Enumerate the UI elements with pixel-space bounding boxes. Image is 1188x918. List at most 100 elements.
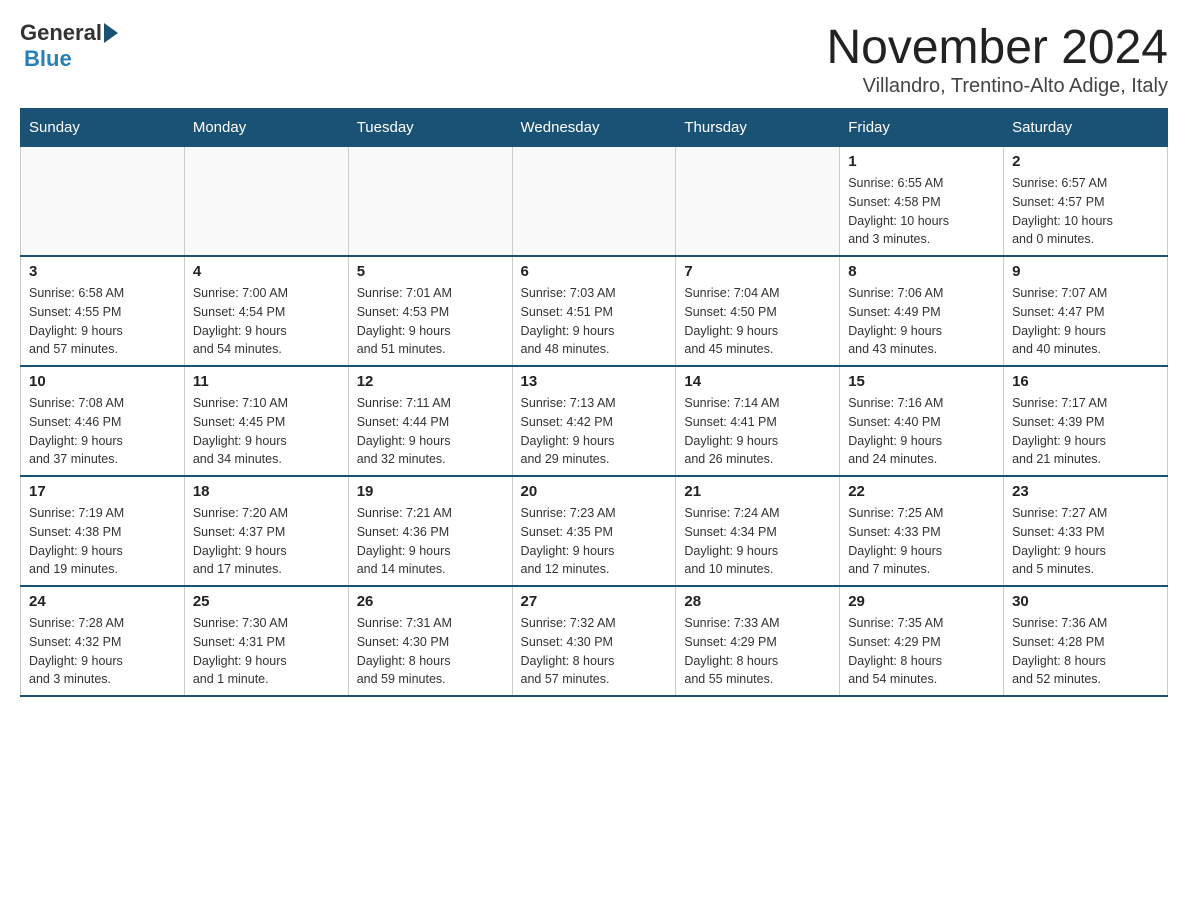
calendar-cell: 19 Sunrise: 7:21 AMSunset: 4:36 PMDayligh… <box>348 476 512 586</box>
day-info: Sunrise: 7:03 AMSunset: 4:51 PMDaylight:… <box>521 284 668 359</box>
calendar-cell: 16 Sunrise: 7:17 AMSunset: 4:39 PMDayligh… <box>1004 366 1168 476</box>
day-number: 12 <box>357 373 504 390</box>
day-info: Sunrise: 6:55 AMSunset: 4:58 PMDaylight:… <box>848 174 995 249</box>
calendar-cell: 1Sunrise: 6:55 AMSunset: 4:58 PMDaylight… <box>840 147 1004 257</box>
calendar-table: SundayMondayTuesdayWednesdayThursdayFrid… <box>20 108 1168 697</box>
day-number: 11 <box>193 373 340 390</box>
day-number: 19 <box>357 483 504 500</box>
logo-general-text: General <box>20 20 102 46</box>
calendar-cell: 26 Sunrise: 7:31 AMSunset: 4:30 PMDayligh… <box>348 586 512 696</box>
calendar-body: 1Sunrise: 6:55 AMSunset: 4:58 PMDaylight… <box>21 147 1168 697</box>
calendar-cell: 9Sunrise: 7:07 AMSunset: 4:47 PMDaylight… <box>1004 256 1168 366</box>
day-info: Sunrise: 7:23 AMSunset: 4:35 PMDaylight:… <box>521 504 668 579</box>
location-subtitle: Villandro, Trentino-Alto Adige, Italy <box>826 75 1168 98</box>
calendar-cell: 13 Sunrise: 7:13 AMSunset: 4:42 PMDayligh… <box>512 366 676 476</box>
day-number: 30 <box>1012 593 1159 610</box>
calendar-cell: 14 Sunrise: 7:14 AMSunset: 4:41 PMDayligh… <box>676 366 840 476</box>
day-info: Sunrise: 7:14 AMSunset: 4:41 PMDaylight:… <box>684 394 831 469</box>
month-title: November 2024 <box>826 20 1168 75</box>
calendar-cell: 11 Sunrise: 7:10 AMSunset: 4:45 PMDayligh… <box>184 366 348 476</box>
day-number: 29 <box>848 593 995 610</box>
day-info: Sunrise: 7:17 AMSunset: 4:39 PMDaylight:… <box>1012 394 1159 469</box>
calendar-cell: 17Sunrise: 7:19 AMSunset: 4:38 PMDayligh… <box>21 476 185 586</box>
day-number: 26 <box>357 593 504 610</box>
calendar-cell: 3 Sunrise: 6:58 AMSunset: 4:55 PMDaylight… <box>21 256 185 366</box>
calendar-cell: 4 Sunrise: 7:00 AMSunset: 4:54 PMDaylight… <box>184 256 348 366</box>
calendar-cell <box>348 147 512 257</box>
calendar-cell: 30 Sunrise: 7:36 AMSunset: 4:28 PMDayligh… <box>1004 586 1168 696</box>
day-info: Sunrise: 6:57 AMSunset: 4:57 PMDaylight:… <box>1012 174 1159 249</box>
calendar-cell: 18Sunrise: 7:20 AMSunset: 4:37 PMDayligh… <box>184 476 348 586</box>
calendar-cell: 28Sunrise: 7:33 AMSunset: 4:29 PMDayligh… <box>676 586 840 696</box>
logo-blue-text: Blue <box>24 46 72 72</box>
day-info: Sunrise: 7:20 AMSunset: 4:37 PMDaylight:… <box>193 504 340 579</box>
day-number: 7 <box>684 263 831 280</box>
day-info: Sunrise: 7:01 AMSunset: 4:53 PMDaylight:… <box>357 284 504 359</box>
calendar-cell: 29 Sunrise: 7:35 AMSunset: 4:29 PMDayligh… <box>840 586 1004 696</box>
day-number: 14 <box>684 373 831 390</box>
day-number: 3 <box>29 263 176 280</box>
weekday-header-monday: Monday <box>184 109 348 147</box>
weekday-header-sunday: Sunday <box>21 109 185 147</box>
weekday-header-wednesday: Wednesday <box>512 109 676 147</box>
calendar-cell <box>512 147 676 257</box>
day-number: 13 <box>521 373 668 390</box>
day-info: Sunrise: 7:21 AMSunset: 4:36 PMDaylight:… <box>357 504 504 579</box>
day-number: 15 <box>848 373 995 390</box>
calendar-cell: 12Sunrise: 7:11 AMSunset: 4:44 PMDayligh… <box>348 366 512 476</box>
weekday-header-tuesday: Tuesday <box>348 109 512 147</box>
day-number: 20 <box>521 483 668 500</box>
day-info: Sunrise: 7:28 AMSunset: 4:32 PMDaylight:… <box>29 614 176 689</box>
calendar-cell: 2Sunrise: 6:57 AMSunset: 4:57 PMDaylight… <box>1004 147 1168 257</box>
calendar-cell <box>21 147 185 257</box>
logo-arrow-icon <box>104 23 118 43</box>
calendar-cell: 25Sunrise: 7:30 AMSunset: 4:31 PMDayligh… <box>184 586 348 696</box>
day-info: Sunrise: 7:08 AMSunset: 4:46 PMDaylight:… <box>29 394 176 469</box>
day-number: 25 <box>193 593 340 610</box>
title-block: November 2024 Villandro, Trentino-Alto A… <box>826 20 1168 98</box>
weekday-header-row: SundayMondayTuesdayWednesdayThursdayFrid… <box>21 109 1168 147</box>
day-info: Sunrise: 7:31 AMSunset: 4:30 PMDaylight:… <box>357 614 504 689</box>
calendar-cell: 15 Sunrise: 7:16 AMSunset: 4:40 PMDayligh… <box>840 366 1004 476</box>
day-number: 4 <box>193 263 340 280</box>
day-number: 6 <box>521 263 668 280</box>
calendar-cell <box>676 147 840 257</box>
calendar-week-3: 10Sunrise: 7:08 AMSunset: 4:46 PMDayligh… <box>21 366 1168 476</box>
calendar-cell: 7 Sunrise: 7:04 AMSunset: 4:50 PMDaylight… <box>676 256 840 366</box>
day-info: Sunrise: 7:04 AMSunset: 4:50 PMDaylight:… <box>684 284 831 359</box>
day-info: Sunrise: 7:24 AMSunset: 4:34 PMDaylight:… <box>684 504 831 579</box>
weekday-header-friday: Friday <box>840 109 1004 147</box>
day-number: 22 <box>848 483 995 500</box>
day-info: Sunrise: 7:10 AMSunset: 4:45 PMDaylight:… <box>193 394 340 469</box>
calendar-cell: 6 Sunrise: 7:03 AMSunset: 4:51 PMDaylight… <box>512 256 676 366</box>
calendar-week-2: 3 Sunrise: 6:58 AMSunset: 4:55 PMDaylight… <box>21 256 1168 366</box>
weekday-header-saturday: Saturday <box>1004 109 1168 147</box>
calendar-cell: 8 Sunrise: 7:06 AMSunset: 4:49 PMDaylight… <box>840 256 1004 366</box>
calendar-cell: 24 Sunrise: 7:28 AMSunset: 4:32 PMDayligh… <box>21 586 185 696</box>
day-info: Sunrise: 7:06 AMSunset: 4:49 PMDaylight:… <box>848 284 995 359</box>
day-number: 27 <box>521 593 668 610</box>
day-info: Sunrise: 7:00 AMSunset: 4:54 PMDaylight:… <box>193 284 340 359</box>
day-number: 21 <box>684 483 831 500</box>
day-info: Sunrise: 7:27 AMSunset: 4:33 PMDaylight:… <box>1012 504 1159 579</box>
calendar-week-4: 17Sunrise: 7:19 AMSunset: 4:38 PMDayligh… <box>21 476 1168 586</box>
calendar-cell: 22Sunrise: 7:25 AMSunset: 4:33 PMDayligh… <box>840 476 1004 586</box>
page-header: General Blue November 2024 Villandro, Tr… <box>20 20 1168 98</box>
day-number: 9 <box>1012 263 1159 280</box>
calendar-cell: 27Sunrise: 7:32 AMSunset: 4:30 PMDayligh… <box>512 586 676 696</box>
logo: General Blue <box>20 20 118 72</box>
day-number: 16 <box>1012 373 1159 390</box>
day-number: 5 <box>357 263 504 280</box>
calendar-header: SundayMondayTuesdayWednesdayThursdayFrid… <box>21 109 1168 147</box>
calendar-week-1: 1Sunrise: 6:55 AMSunset: 4:58 PMDaylight… <box>21 147 1168 257</box>
day-info: Sunrise: 7:13 AMSunset: 4:42 PMDaylight:… <box>521 394 668 469</box>
day-number: 24 <box>29 593 176 610</box>
day-info: Sunrise: 7:35 AMSunset: 4:29 PMDaylight:… <box>848 614 995 689</box>
weekday-header-thursday: Thursday <box>676 109 840 147</box>
day-info: Sunrise: 7:16 AMSunset: 4:40 PMDaylight:… <box>848 394 995 469</box>
day-info: Sunrise: 6:58 AMSunset: 4:55 PMDaylight:… <box>29 284 176 359</box>
calendar-cell: 21 Sunrise: 7:24 AMSunset: 4:34 PMDayligh… <box>676 476 840 586</box>
day-number: 17 <box>29 483 176 500</box>
day-info: Sunrise: 7:36 AMSunset: 4:28 PMDaylight:… <box>1012 614 1159 689</box>
day-number: 8 <box>848 263 995 280</box>
